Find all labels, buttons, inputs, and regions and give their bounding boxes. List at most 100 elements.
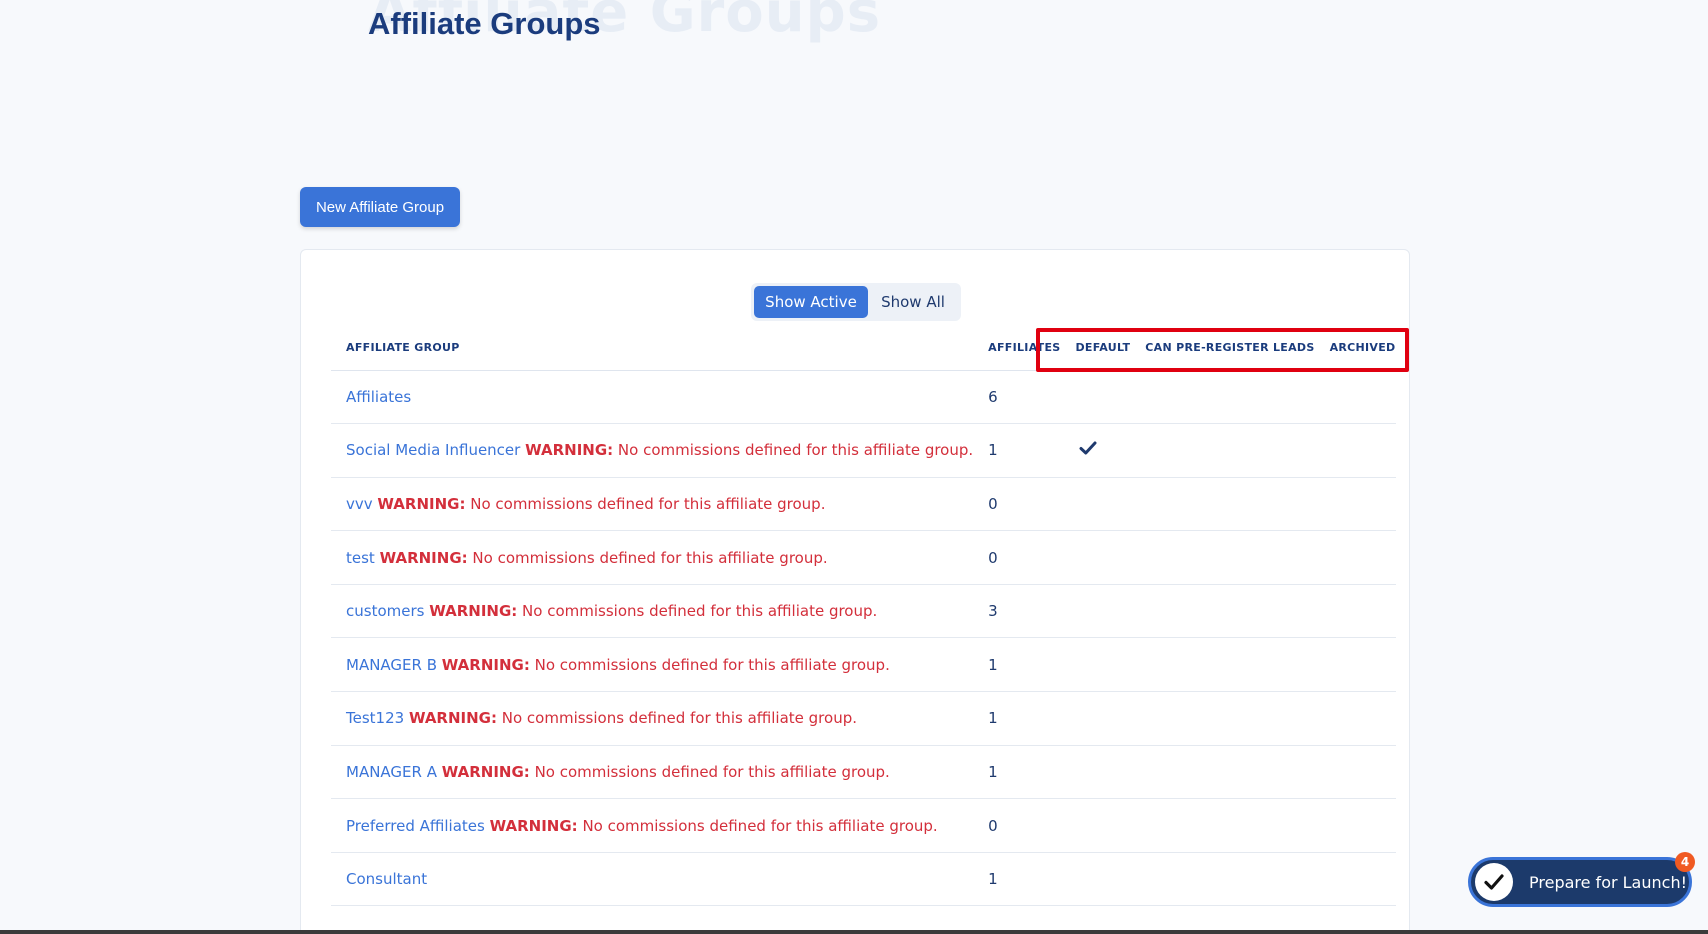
cell-default: [1060, 691, 1131, 746]
new-affiliate-group-button[interactable]: New Affiliate Group: [300, 187, 460, 227]
cell-can-pre-register-leads: [1130, 530, 1315, 585]
cell-affiliate-group: MANAGER A WARNING: No commissions define…: [331, 745, 974, 800]
filter-toggle: Show Active Show All: [751, 283, 961, 321]
warning-label: WARNING:: [379, 548, 468, 567]
cell-affiliate-group: Test123 WARNING: No commissions defined …: [331, 691, 974, 746]
cell-can-pre-register-leads: [1130, 745, 1315, 800]
cell-can-pre-register-leads: [1130, 852, 1315, 907]
table-row: test WARNING: No commissions defined for…: [331, 530, 1396, 585]
warning-label: WARNING:: [441, 762, 530, 781]
launch-check-icon: [1475, 863, 1513, 901]
cell-archived: [1314, 637, 1396, 693]
table-row: MANAGER A WARNING: No commissions define…: [331, 745, 1396, 800]
cell-affiliates: 1: [973, 852, 1061, 907]
checkmark-icon: [1079, 440, 1097, 460]
cell-can-pre-register-leads: [1130, 798, 1315, 853]
cell-affiliate-group: Preferred Affiliates WARNING: No commiss…: [331, 798, 974, 853]
table-body: Affiliates 6 Social Media Influencer WARNI…: [331, 370, 1396, 907]
cell-default: [1060, 423, 1131, 478]
cell-affiliate-group: MANAGER B WARNING: No commissions define…: [331, 637, 974, 693]
column-header-affiliates[interactable]: AFFILIATES: [973, 326, 1061, 371]
affiliate-group-link[interactable]: Preferred Affiliates: [346, 817, 485, 835]
cell-default: [1060, 477, 1131, 532]
cell-archived: [1314, 691, 1396, 746]
cell-affiliates: 1: [973, 691, 1061, 746]
page-header: Affiliate Groups Affiliate Groups: [368, 0, 1068, 60]
affiliate-group-link[interactable]: MANAGER B: [346, 656, 437, 674]
warning-message: No commissions defined for this affiliat…: [534, 655, 890, 674]
warning-message: No commissions defined for this affiliat…: [501, 709, 857, 728]
cell-archived: [1314, 745, 1396, 800]
warning-message: No commissions defined for this affiliat…: [582, 816, 938, 835]
cell-can-pre-register-leads: [1130, 584, 1315, 639]
show-active-button[interactable]: Show Active: [754, 286, 868, 318]
cell-affiliate-group: vvv WARNING: No commissions defined for …: [331, 477, 974, 532]
affiliate-groups-card: Show Active Show All AFFILIATE GROUP AFF…: [300, 249, 1410, 934]
cell-affiliates: 1: [973, 423, 1061, 478]
warning-label: WARNING:: [489, 816, 578, 835]
table-row: Social Media Influencer WARNING: No comm…: [331, 423, 1396, 478]
table-row: Preferred Affiliates WARNING: No commiss…: [331, 798, 1396, 853]
cell-archived: [1314, 584, 1396, 639]
warning-message: No commissions defined for this affiliat…: [534, 762, 890, 781]
affiliate-count: 1: [988, 870, 998, 889]
cell-can-pre-register-leads: [1130, 370, 1315, 425]
warning-message: No commissions defined for this affiliat…: [617, 441, 974, 460]
affiliate-group-link[interactable]: MANAGER A: [346, 763, 437, 781]
affiliate-group-link[interactable]: Consultant: [346, 870, 427, 888]
affiliate-group-link[interactable]: vvv: [346, 495, 373, 513]
affiliate-count: 1: [988, 441, 998, 460]
cell-can-pre-register-leads: [1130, 691, 1315, 746]
table-row: Affiliates 6: [331, 370, 1396, 425]
prepare-for-launch-button[interactable]: Prepare for Launch! 4: [1468, 852, 1695, 907]
table-row: Test123 WARNING: No commissions defined …: [331, 691, 1396, 746]
affiliate-group-link[interactable]: customers: [346, 602, 424, 620]
cell-affiliates: 6: [973, 370, 1061, 425]
cell-default: [1060, 637, 1131, 693]
cell-default: [1060, 370, 1131, 425]
affiliate-count: 0: [988, 494, 998, 513]
cell-can-pre-register-leads: [1130, 423, 1315, 478]
warning-label: WARNING:: [429, 602, 518, 621]
cell-affiliate-group: customers WARNING: No commissions define…: [331, 584, 974, 639]
column-header-affiliate-group[interactable]: AFFILIATE GROUP: [331, 326, 974, 371]
cell-archived: [1314, 423, 1396, 478]
affiliate-group-link[interactable]: Affiliates: [346, 388, 411, 406]
table-row: vvv WARNING: No commissions defined for …: [331, 477, 1396, 532]
warning-message: No commissions defined for this affiliat…: [472, 548, 828, 567]
cell-affiliates: 1: [973, 637, 1061, 693]
affiliate-groups-table: AFFILIATE GROUP AFFILIATES DEFAULT CAN P…: [331, 326, 1396, 907]
cell-can-pre-register-leads: [1130, 637, 1315, 693]
cell-archived: [1314, 370, 1396, 425]
cell-affiliate-group: test WARNING: No commissions defined for…: [331, 530, 974, 585]
warning-message: No commissions defined for this affiliat…: [522, 602, 878, 621]
bottom-edge-bar: [0, 930, 1708, 934]
warning-label: WARNING:: [525, 441, 614, 460]
affiliate-count: 0: [988, 548, 998, 567]
cell-default: [1060, 530, 1131, 585]
cell-affiliates: 1: [973, 745, 1061, 800]
affiliate-count: 1: [988, 655, 998, 674]
warning-message: No commissions defined for this affiliat…: [470, 494, 826, 513]
affiliate-group-link[interactable]: Social Media Influencer: [346, 441, 520, 459]
cell-default: [1060, 584, 1131, 639]
affiliate-group-link[interactable]: test: [346, 549, 375, 567]
table-row: customers WARNING: No commissions define…: [331, 584, 1396, 639]
cell-affiliates: 0: [973, 798, 1061, 853]
affiliate-count: 0: [988, 816, 998, 835]
cell-affiliates: 0: [973, 530, 1061, 585]
table-row: Consultant 1: [331, 852, 1396, 907]
cell-can-pre-register-leads: [1130, 477, 1315, 532]
cell-archived: [1314, 798, 1396, 853]
affiliate-count: 6: [988, 387, 998, 406]
table-header-row: AFFILIATE GROUP AFFILIATES DEFAULT CAN P…: [331, 326, 1396, 371]
warning-label: WARNING:: [408, 709, 497, 728]
cell-default: [1060, 852, 1131, 907]
cell-default: [1060, 798, 1131, 853]
column-header-default[interactable]: DEFAULT: [1060, 326, 1131, 371]
column-header-can-pre-register-leads[interactable]: CAN PRE-REGISTER LEADS: [1130, 326, 1315, 371]
column-header-archived[interactable]: ARCHIVED: [1314, 326, 1396, 371]
show-all-button[interactable]: Show All: [868, 286, 958, 318]
cell-affiliates: 0: [973, 477, 1061, 532]
affiliate-group-link[interactable]: Test123: [346, 709, 404, 727]
